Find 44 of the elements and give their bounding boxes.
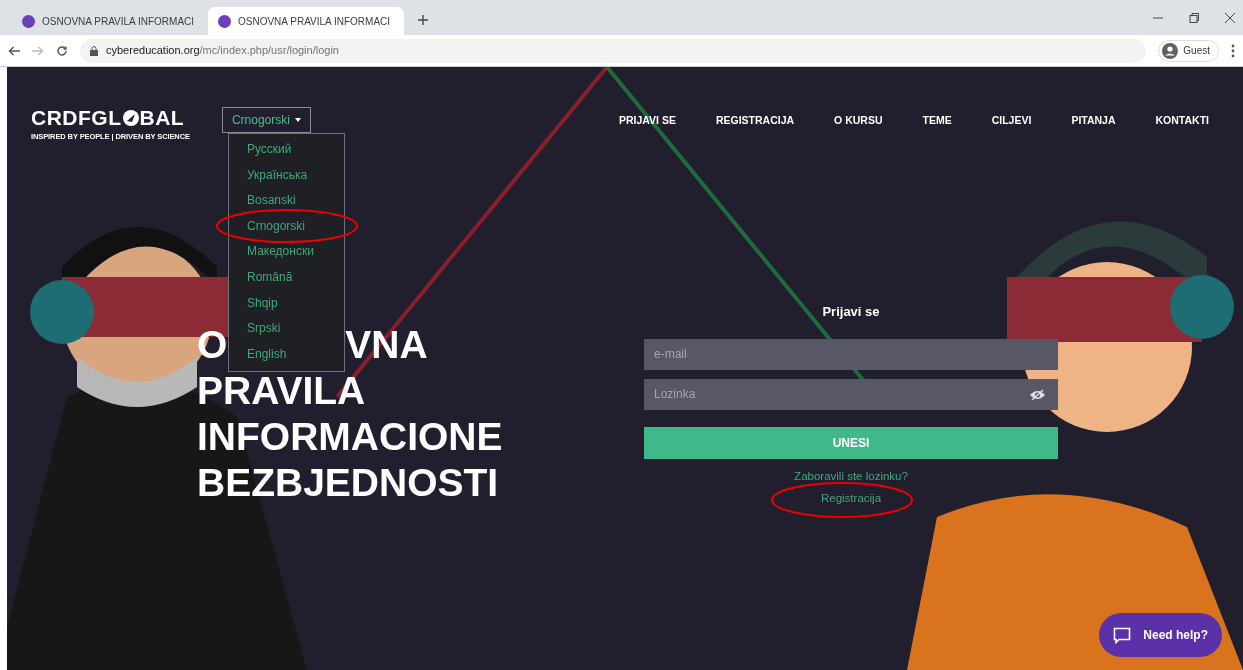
reload-icon[interactable] xyxy=(56,44,68,57)
language-option[interactable]: Bosanski xyxy=(229,188,344,214)
password-field[interactable]: Lozinka xyxy=(644,378,1058,410)
tab-title: OSNOVNA PRAVILA INFORMACI xyxy=(42,14,195,29)
tab-title: OSNOVNA PRAVILA INFORMACI xyxy=(238,14,391,29)
eye-slash-icon[interactable] xyxy=(1029,388,1046,401)
restore-icon[interactable] xyxy=(1189,12,1199,23)
nav-link[interactable]: TEME xyxy=(922,113,952,129)
person-icon xyxy=(1162,42,1179,59)
favicon-icon xyxy=(218,14,231,28)
nav-link[interactable]: PRIJAVI SE xyxy=(618,113,676,129)
nav-link[interactable]: REGISTRACIJA xyxy=(715,113,795,129)
more-icon[interactable] xyxy=(1231,43,1235,58)
email-field[interactable]: e-mail xyxy=(644,338,1058,370)
hero-title-fragment: VNA xyxy=(345,322,428,369)
language-option[interactable]: Русский xyxy=(229,137,344,163)
new-tab-icon[interactable] xyxy=(418,15,428,25)
nav-link[interactable]: PITANJA xyxy=(1071,113,1116,129)
hero-title-line: PRAVILA xyxy=(197,368,367,415)
nav-link[interactable]: KONTAKTI xyxy=(1155,113,1209,129)
form-heading: Prijavi se xyxy=(822,303,880,322)
language-option[interactable]: Shqip xyxy=(229,290,344,317)
hero-title-line: INFORMACIONE xyxy=(197,414,503,461)
language-option[interactable]: Română xyxy=(229,264,344,291)
hero-title-line: BEZBJEDNOSTI xyxy=(197,460,500,507)
caret-icon xyxy=(294,118,301,122)
language-option[interactable]: Українська xyxy=(229,162,344,189)
profile-name: Guest xyxy=(1183,44,1210,58)
lock-icon xyxy=(90,45,98,56)
back-icon[interactable] xyxy=(8,45,20,56)
language-option[interactable]: Srpski xyxy=(229,316,344,342)
forgot-password-link[interactable]: Zaboravili ste lozinku? xyxy=(794,467,908,485)
language-option[interactable]: Македонски xyxy=(229,239,344,265)
favicon-icon xyxy=(22,14,35,28)
chat-icon xyxy=(1113,626,1132,644)
language-option[interactable]: English xyxy=(229,341,344,368)
nav-link[interactable]: O KURSU xyxy=(834,113,883,129)
close-icon[interactable] xyxy=(1225,12,1235,23)
help-button[interactable]: Need help? xyxy=(1099,613,1222,657)
logo-mark-icon xyxy=(121,108,140,127)
nav-link[interactable]: CILJEVI xyxy=(991,113,1032,129)
browser-tab[interactable]: OSNOVNA PRAVILA INFORMACI xyxy=(208,7,404,35)
url-text: cybereducation.org/mc/index.php/usr/login/login xyxy=(106,43,339,59)
address-bar[interactable]: cybereducation.org/mc/index.php/usr/login/login xyxy=(80,38,1147,63)
